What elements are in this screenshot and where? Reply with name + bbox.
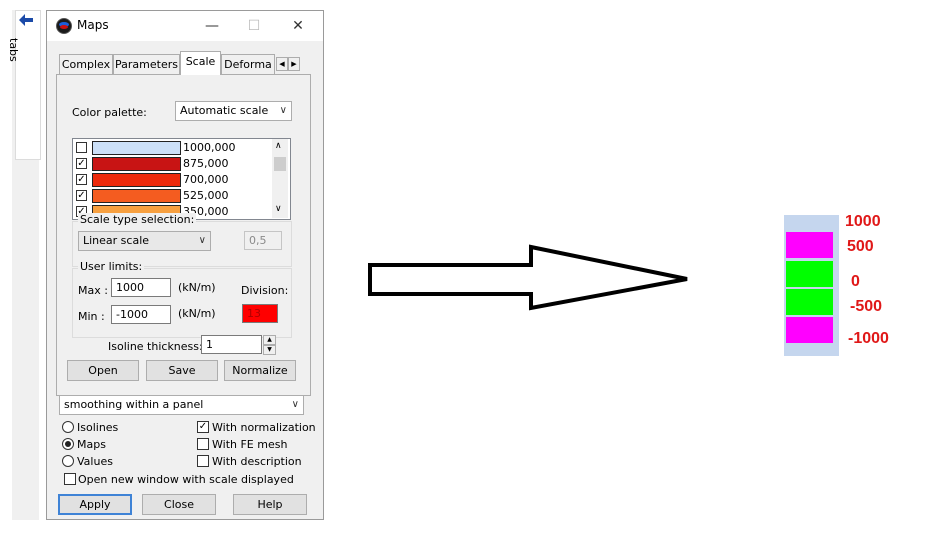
with-description-checkbox[interactable] <box>197 455 209 467</box>
close-button[interactable]: Close <box>142 494 216 515</box>
arrow-right-icon <box>368 244 688 311</box>
help-button[interactable]: Help <box>233 494 307 515</box>
maximize-button[interactable]: ☐ <box>244 16 264 36</box>
legend-label: 500 <box>847 238 874 255</box>
tab-deformations[interactable]: Deforma <box>221 54 275 74</box>
palette-checkbox[interactable]: ✓ <box>76 174 87 185</box>
legend-label: 0 <box>851 273 860 290</box>
window-title: Maps <box>77 18 109 32</box>
color-palette-value: Automatic scale <box>180 104 269 117</box>
palette-swatch[interactable] <box>92 173 181 187</box>
open-new-window-label[interactable]: Open new window with scale displayed <box>78 473 294 486</box>
chevron-down-icon: ∨ <box>279 105 287 116</box>
palette-checkbox[interactable]: ✓ <box>76 190 87 201</box>
max-input[interactable]: 1000 <box>111 278 171 297</box>
scroll-up-icon[interactable]: ∧ <box>275 141 282 151</box>
normalize-button[interactable]: Normalize <box>224 360 296 381</box>
palette-value[interactable]: 875,000 <box>183 157 229 170</box>
max-label: Max : <box>78 284 108 297</box>
legend-band <box>786 289 833 315</box>
palette-swatch[interactable] <box>92 189 181 203</box>
palette-value[interactable]: 700,000 <box>183 173 229 186</box>
palette-checkbox[interactable]: ✓ <box>76 158 87 169</box>
legend-label: -1000 <box>848 330 889 347</box>
close-window-button[interactable]: ✕ <box>288 16 308 36</box>
title-bar[interactable]: Maps — ☐ ✕ <box>47 11 323 41</box>
min-unit: (kN/m) <box>178 307 216 320</box>
open-new-window-checkbox[interactable] <box>64 473 76 485</box>
smoothing-value: smoothing within a panel <box>64 398 204 411</box>
maps-label[interactable]: Maps <box>77 438 106 451</box>
user-limits-group-label: User limits: <box>78 260 145 273</box>
app-icon <box>56 18 72 34</box>
isolines-label[interactable]: Isolines <box>77 421 118 434</box>
scale-type-select[interactable]: Linear scale ∨ <box>78 231 211 251</box>
palette-checkbox[interactable] <box>76 142 87 153</box>
with-normalization-checkbox[interactable]: ✓ <box>197 421 209 433</box>
tab-parameters[interactable]: Parameters <box>113 54 180 74</box>
isoline-thickness-input[interactable]: 1 <box>201 335 262 354</box>
legend-band <box>786 261 833 287</box>
with-normalization-label[interactable]: With normalization <box>212 421 316 434</box>
side-tab[interactable] <box>15 10 41 160</box>
scale-type-group-label: Scale type selection: <box>78 213 197 226</box>
smoothing-select[interactable]: smoothing within a panel ∨ <box>59 395 304 415</box>
maps-dialog: Maps — ☐ ✕ Complex Parameters Scale Defo… <box>46 10 324 520</box>
with-description-label[interactable]: With description <box>212 455 302 468</box>
minimize-button[interactable]: — <box>202 16 222 36</box>
open-button[interactable]: Open <box>67 360 139 381</box>
tab-scroll-left-icon[interactable]: ◀ <box>276 57 288 71</box>
side-tab-label: tabs <box>7 38 20 62</box>
isoline-thickness-label: Isoline thickness: <box>108 340 203 353</box>
chevron-down-icon: ∨ <box>291 399 299 410</box>
isolines-radio[interactable] <box>62 421 74 433</box>
spin-down-icon[interactable]: ▼ <box>263 345 276 355</box>
division-label: Division: <box>241 284 289 297</box>
arrow-left-icon[interactable] <box>18 13 34 27</box>
palette-swatch[interactable] <box>92 157 181 171</box>
scale-exponent-field[interactable]: 0,5 <box>244 231 282 250</box>
scroll-down-icon[interactable]: ∨ <box>275 204 282 214</box>
color-palette-label: Color palette: <box>72 106 147 119</box>
values-radio[interactable] <box>62 455 74 467</box>
legend-band <box>786 232 833 258</box>
min-input[interactable]: -1000 <box>111 305 171 324</box>
values-label[interactable]: Values <box>77 455 113 468</box>
legend-label: 1000 <box>845 213 881 230</box>
chevron-down-icon: ∨ <box>198 235 206 246</box>
palette-value[interactable]: 1000,000 <box>183 141 236 154</box>
division-input[interactable]: 13 <box>242 304 278 323</box>
palette-list[interactable]: 1000,000 ✓ 875,000 ✓ 700,000 ✓ 525,000 ✓… <box>72 138 291 220</box>
apply-button[interactable]: Apply <box>58 494 132 515</box>
min-label: Min : <box>78 310 105 323</box>
max-unit: (kN/m) <box>178 281 216 294</box>
with-fe-mesh-checkbox[interactable] <box>197 438 209 450</box>
legend-band <box>786 317 833 343</box>
with-fe-mesh-label[interactable]: With FE mesh <box>212 438 287 451</box>
scale-type-value: Linear scale <box>83 234 150 247</box>
legend-label: -500 <box>850 298 883 315</box>
scroll-thumb[interactable] <box>274 157 286 171</box>
tab-scale[interactable]: Scale <box>180 51 221 75</box>
tab-complex[interactable]: Complex <box>59 54 113 74</box>
save-button[interactable]: Save <box>146 360 218 381</box>
tab-scroll-right-icon[interactable]: ▶ <box>288 57 300 71</box>
maps-radio[interactable] <box>62 438 74 450</box>
palette-swatch[interactable] <box>92 141 181 155</box>
color-palette-select[interactable]: Automatic scale ∨ <box>175 101 292 121</box>
user-limits-group <box>72 268 292 338</box>
palette-value[interactable]: 525,000 <box>183 189 229 202</box>
spin-up-icon[interactable]: ▲ <box>263 335 276 345</box>
